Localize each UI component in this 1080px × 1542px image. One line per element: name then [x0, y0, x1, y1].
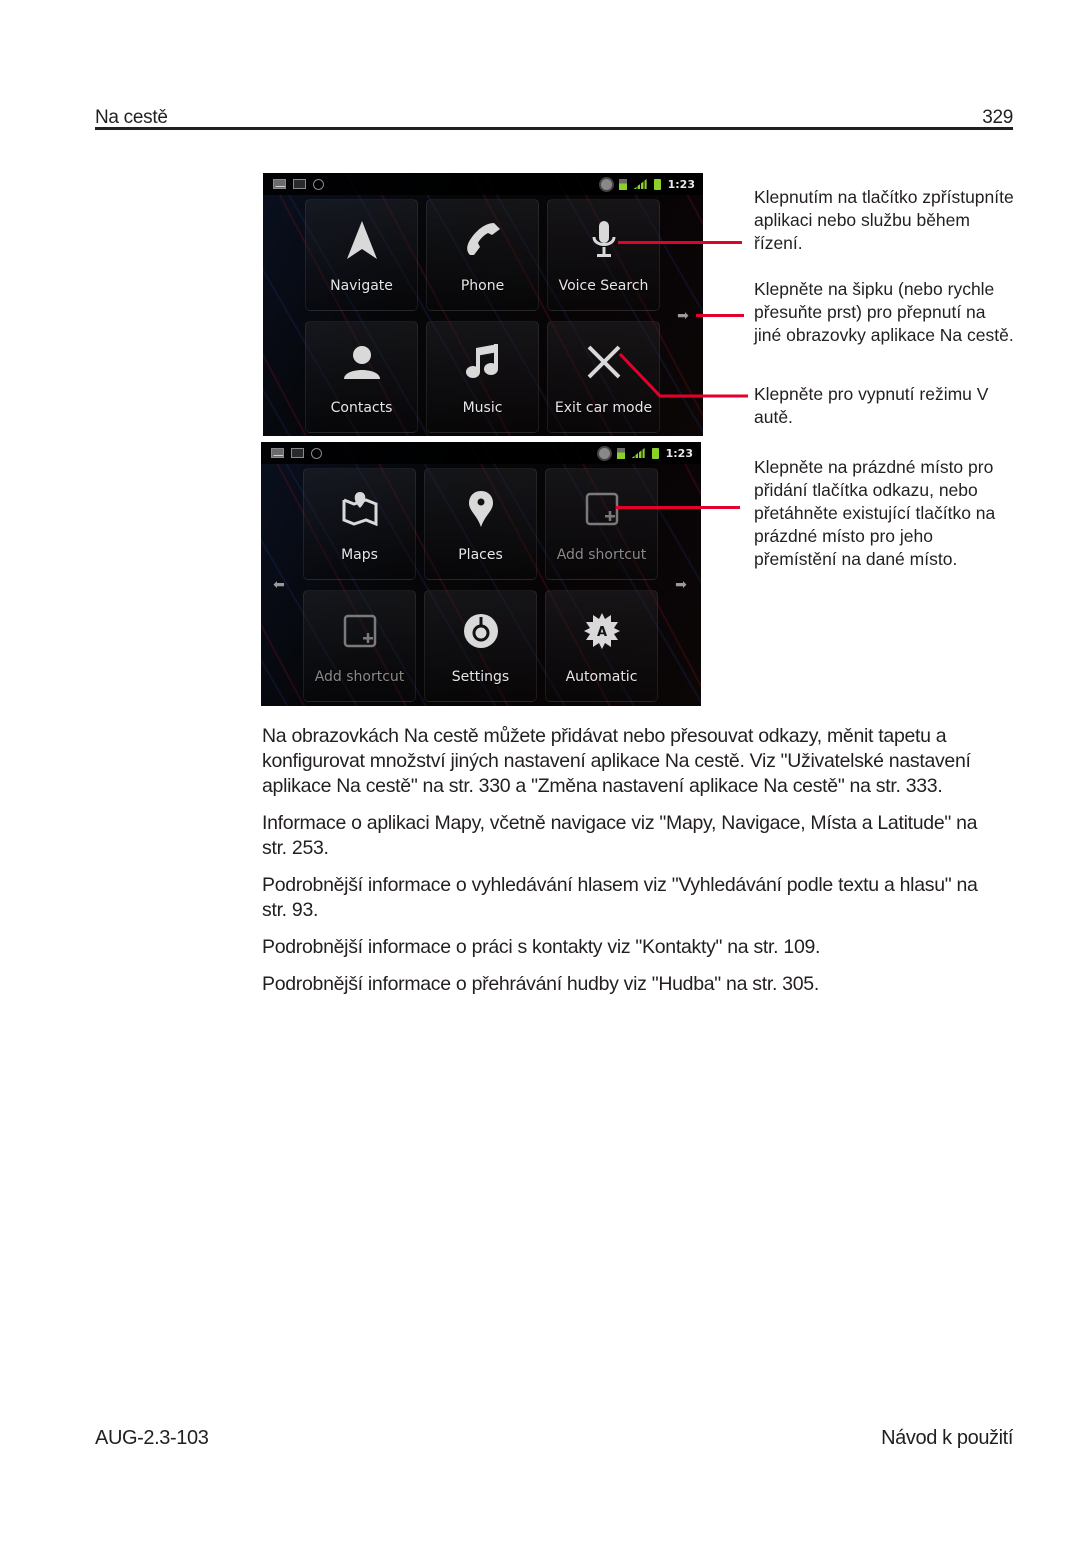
document-title: Návod k použití: [881, 1427, 1013, 1449]
tile-label: Phone: [460, 278, 505, 294]
microphone-icon: [582, 218, 626, 262]
tile-places[interactable]: Places: [424, 468, 537, 580]
battery-icon: [651, 447, 659, 459]
car-mode-icon: [313, 178, 324, 190]
next-screen-arrow-icon[interactable]: ➡: [673, 577, 689, 591]
tile-label: Places: [458, 547, 503, 563]
music-icon: [461, 340, 505, 384]
contacts-icon: [340, 340, 384, 384]
section-title: Na cestě: [95, 107, 168, 128]
3g-data-icon: [618, 178, 627, 190]
tile-contacts[interactable]: Contacts: [305, 321, 418, 433]
navigate-arrow-icon: [340, 218, 384, 262]
tile-navigate[interactable]: Navigate: [305, 199, 418, 311]
callout-add-shortcut: Klepněte na prázdné místo pro přidání tl…: [754, 457, 996, 569]
gmail-icon: [273, 179, 286, 189]
calendar-icon: [291, 448, 304, 458]
gps-icon: [598, 447, 610, 459]
footer: AUG-2.3-103 Návod k použití: [95, 1427, 1013, 1450]
callout-tap-button: Klepnutím na tlačítko zpřístupníte aplik…: [754, 187, 1014, 253]
tile-label: Automatic: [565, 669, 638, 685]
status-time: 1:23: [667, 177, 695, 191]
car-home-screenshot-2: 1:23 Maps Places Add shortcut Add shortc…: [261, 442, 701, 706]
3g-data-icon: [616, 447, 625, 459]
tile-label: Contacts: [330, 400, 393, 416]
add-shortcut-icon: [580, 487, 624, 531]
tile-label: Add shortcut: [556, 547, 647, 563]
paragraph-music: Podrobnější informace o přehrávání hudby…: [262, 973, 819, 995]
maps-icon: [338, 487, 382, 531]
tile-phone[interactable]: Phone: [426, 199, 539, 311]
tile-label: Music: [462, 400, 503, 416]
callout-line-add-shortcut: [616, 506, 740, 509]
next-screen-arrow-icon[interactable]: ➡: [675, 308, 691, 322]
tile-add-shortcut[interactable]: Add shortcut: [303, 590, 416, 702]
svg-text:A: A: [596, 625, 606, 640]
tile-label: Maps: [341, 547, 378, 563]
tile-music[interactable]: Music: [426, 321, 539, 433]
callout-line-exit-car-mode: [618, 352, 748, 398]
tile-label: Add shortcut: [314, 669, 405, 685]
tile-automatic[interactable]: A Automatic: [545, 590, 658, 702]
running-header: Na cestě 329: [95, 99, 1013, 129]
gmail-icon: [271, 448, 284, 458]
calendar-icon: [293, 179, 306, 189]
signal-icon: [631, 448, 645, 458]
places-pin-icon: [459, 487, 503, 531]
tile-label: Voice Search: [558, 278, 649, 294]
battery-icon: [653, 178, 661, 190]
automatic-icon: A: [580, 609, 624, 653]
car-mode-icon: [311, 447, 322, 459]
previous-screen-arrow-icon[interactable]: ⬅: [271, 577, 287, 591]
tile-settings[interactable]: Settings: [424, 590, 537, 702]
body-text: Na obrazovkách Na cestě můžete přidávat …: [262, 724, 1002, 1009]
header-rule: [95, 127, 1013, 130]
status-time: 1:23: [665, 446, 693, 460]
signal-icon: [633, 179, 647, 189]
document-code: AUG-2.3-103: [95, 1427, 209, 1449]
callout-line-arrow: [696, 314, 744, 317]
add-shortcut-icon: [338, 609, 382, 653]
callout-switch-screens: Klepněte na šipku (nebo rychle přesuňte …: [754, 279, 1014, 345]
callout-exit-car-mode: Klepněte pro vypnutí režimu V autě.: [754, 384, 989, 427]
phone-icon: [461, 218, 505, 262]
status-bar: 1:23: [263, 173, 703, 195]
tile-label: Settings: [451, 669, 510, 685]
callout-line-voice-search: [618, 241, 742, 244]
paragraph-maps: Informace o aplikaci Mapy, včetně naviga…: [262, 812, 978, 859]
tile-maps[interactable]: Maps: [303, 468, 416, 580]
gps-icon: [600, 178, 612, 190]
paragraph-contacts: Podrobnější informace o práci s kontakty…: [262, 936, 821, 958]
paragraph-customize: Na obrazovkách Na cestě můžete přidávat …: [262, 725, 971, 797]
tile-add-shortcut[interactable]: Add shortcut: [545, 468, 658, 580]
tile-label: Exit car mode: [554, 400, 653, 416]
paragraph-voice-search: Podrobnější informace o vyhledávání hlas…: [262, 874, 978, 921]
page-number: 329: [982, 107, 1013, 128]
tile-voice-search[interactable]: Voice Search: [547, 199, 660, 311]
tile-label: Navigate: [330, 278, 393, 294]
status-bar: 1:23: [261, 442, 701, 464]
settings-icon: [459, 609, 503, 653]
